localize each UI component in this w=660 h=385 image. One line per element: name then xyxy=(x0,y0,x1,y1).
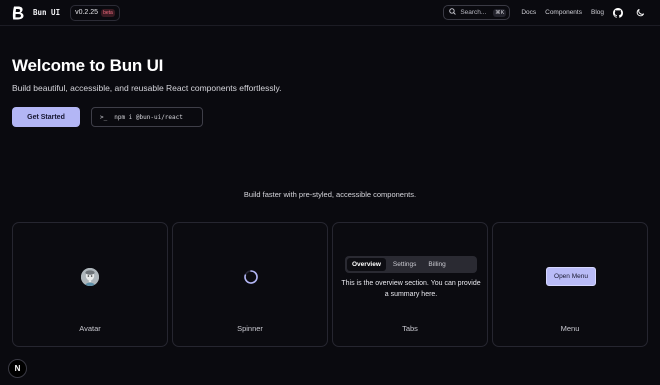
search-shortcut: ⌘K xyxy=(493,8,507,17)
card-label-spinner: Spinner xyxy=(237,324,263,333)
terminal-icon: >_ xyxy=(100,113,108,121)
open-menu-button[interactable]: Open Menu xyxy=(546,267,596,286)
get-started-button[interactable]: Get Started xyxy=(12,107,80,127)
tabs-list: Overview Settings Billing xyxy=(345,256,477,273)
card-label-menu: Menu xyxy=(560,324,580,333)
search-button[interactable]: Search... ⌘K xyxy=(443,5,511,20)
top-nav: Bun UI v0.2.25 beta Search... ⌘K Docs Co… xyxy=(0,0,660,26)
spinner-icon xyxy=(243,269,259,285)
tab-billing[interactable]: Billing xyxy=(423,258,450,271)
hero-subtitle: Build beautiful, accessible, and reusabl… xyxy=(12,83,282,93)
search-placeholder: Search... xyxy=(460,9,487,16)
component-card-spinner[interactable]: Spinner xyxy=(172,222,328,347)
card-label-tabs: Tabs xyxy=(402,324,418,333)
beta-badge: beta xyxy=(101,8,115,17)
nav-link-components[interactable]: Components xyxy=(545,9,582,16)
moon-icon[interactable] xyxy=(634,7,646,19)
component-card-menu[interactable]: Open Menu Menu xyxy=(492,222,648,347)
install-command: npm i @bun-ui/react xyxy=(114,113,183,121)
search-icon xyxy=(449,8,457,17)
brand-name[interactable]: Bun UI xyxy=(33,8,60,17)
version-text: v0.2.25 xyxy=(75,9,99,16)
bun-logo-icon[interactable] xyxy=(10,5,26,21)
card-label-avatar: Avatar xyxy=(79,324,101,333)
nextjs-badge[interactable]: N xyxy=(8,359,27,378)
section-tagline: Build faster with pre-styled, accessible… xyxy=(243,190,417,199)
tab-panel-text: This is the overview section. You can pr… xyxy=(341,280,481,298)
nav-link-blog[interactable]: Blog xyxy=(591,9,604,16)
install-command-button[interactable]: >_ npm i @bun-ui/react xyxy=(91,107,203,127)
component-card-tabs[interactable]: Overview Settings Billing This is the ov… xyxy=(332,222,488,347)
version-badge[interactable]: v0.2.25 beta xyxy=(70,4,120,21)
hero-title: Welcome to Bun UI xyxy=(12,56,164,75)
tab-settings[interactable]: Settings xyxy=(388,258,422,271)
avatar xyxy=(81,268,99,286)
tab-overview[interactable]: Overview xyxy=(347,258,386,271)
nav-link-docs[interactable]: Docs xyxy=(521,9,536,16)
component-card-avatar[interactable]: Avatar xyxy=(12,222,168,347)
github-icon[interactable] xyxy=(612,7,624,19)
